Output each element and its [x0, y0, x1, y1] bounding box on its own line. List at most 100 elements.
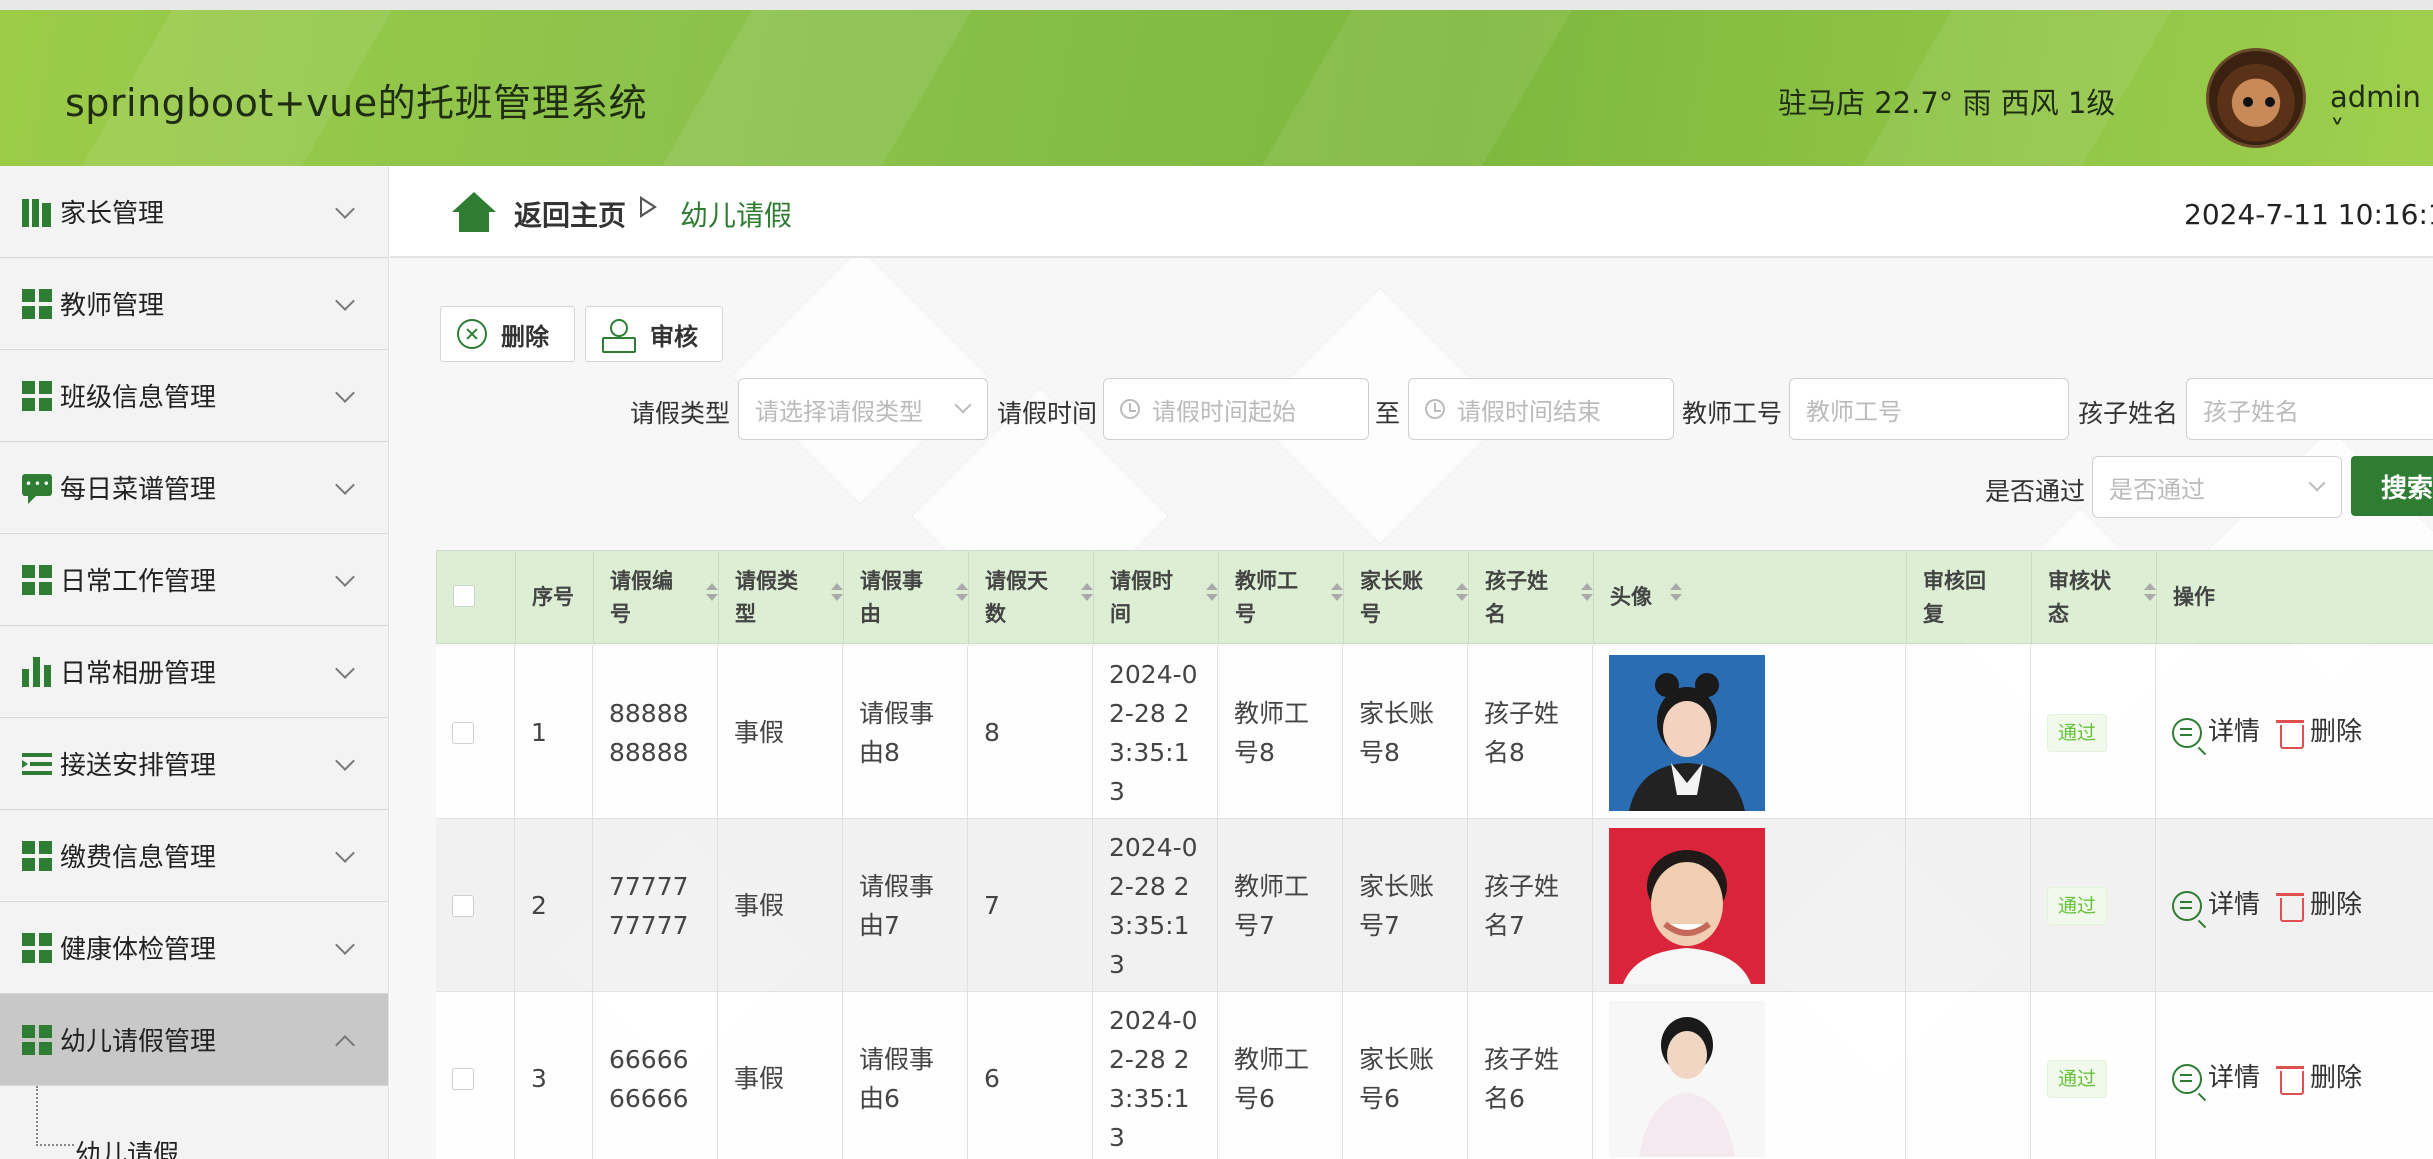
sidebar-item-parents[interactable]: 家长管理 — [0, 166, 388, 258]
column-header-sortable[interactable]: 家长账号 — [1344, 551, 1469, 645]
cell-days: 6 — [968, 992, 1093, 1159]
background-decoration — [732, 248, 988, 504]
cell-child: 孩子姓名8 — [1468, 646, 1593, 819]
cell-days: 8 — [968, 646, 1093, 819]
breadcrumb-current: 幼儿请假 — [680, 199, 793, 232]
column-header-label: 请假时间 — [1110, 569, 1173, 626]
column-header-sortable[interactable]: 请假天数 — [969, 551, 1094, 645]
sidebar-item-payments[interactable]: 缴费信息管理 — [0, 810, 388, 902]
column-header-sortable[interactable]: 请假编号 — [594, 551, 719, 645]
clock-icon — [1425, 399, 1445, 419]
sidebar-item-label: 教师管理 — [60, 291, 165, 321]
delete-label: 删除 — [2310, 890, 2363, 920]
row-select-cell — [436, 992, 515, 1159]
child-photo[interactable] — [1609, 654, 1765, 811]
chevron-up-icon — [335, 1035, 355, 1055]
user-avatar[interactable] — [2206, 48, 2306, 148]
delete-label: 删除 — [2310, 717, 2363, 747]
column-header-sortable[interactable]: 教师工号 — [1219, 551, 1344, 645]
row-delete-button[interactable]: 删除 — [2276, 886, 2363, 925]
pass-select[interactable]: 是否通过 — [2092, 456, 2342, 518]
detail-label: 详情 — [2208, 890, 2261, 920]
sidebar-item-label: 班级信息管理 — [60, 383, 217, 413]
leave-time-end-placeholder: 请假时间结束 — [1457, 397, 1601, 426]
cell-time: 2024-02-28 23:35:13 — [1093, 992, 1218, 1159]
row-delete-button[interactable]: 删除 — [2276, 713, 2363, 752]
cell-teacher: 教师工号6 — [1218, 992, 1343, 1159]
sidebar-item-label: 幼儿请假管理 — [60, 1027, 217, 1057]
cell-code: 6666666666 — [593, 992, 718, 1159]
detail-label: 详情 — [2208, 1063, 2261, 1093]
child-name-input[interactable]: 孩子姓名 — [2186, 378, 2433, 440]
search-doc-icon — [2172, 1063, 2202, 1094]
audit-button-label: 审核 — [650, 322, 698, 351]
clock-icon — [1120, 399, 1140, 419]
detail-button[interactable]: 详情 — [2172, 713, 2260, 752]
chat-icon — [22, 473, 52, 504]
row-delete-button[interactable]: 删除 — [2276, 1059, 2362, 1098]
leave-type-select[interactable]: 请选择请假类型 — [738, 378, 988, 440]
column-header-sortable[interactable]: 请假事由 — [844, 551, 969, 645]
sidebar-item-albums[interactable]: 日常相册管理 — [0, 626, 388, 718]
breadcrumb-home[interactable]: 返回主页 — [514, 194, 626, 234]
cell-time: 2024-02-28 23:35:13 — [1093, 646, 1218, 819]
audit-button[interactable]: 审核 — [585, 306, 723, 362]
search-button[interactable]: 搜索 — [2351, 456, 2433, 516]
delete-button[interactable]: 删除 — [440, 306, 575, 362]
top-edge — [0, 0, 2433, 10]
leave-type-label: 请假类型 — [630, 399, 731, 428]
sidebar-item-classes[interactable]: 班级信息管理 — [0, 350, 388, 442]
row-checkbox[interactable] — [452, 722, 474, 744]
cell-parent: 家长账号6 — [1343, 992, 1468, 1159]
avatar-eye — [2243, 97, 2253, 107]
child-photo[interactable] — [1609, 827, 1765, 984]
current-datetime: 2024-7-11 10:16:11 — [2184, 198, 2433, 231]
sidebar-item-pickup[interactable]: 接送安排管理 — [0, 718, 388, 810]
column-header-sortable[interactable]: 审核状态 — [2032, 551, 2157, 645]
cell-reason: 请假事由8 — [843, 646, 968, 819]
column-header-label: 请假类型 — [735, 569, 798, 626]
table-row: 2 7777777777 事假 请假事由7 7 2024-02-28 23:35… — [436, 819, 2433, 992]
home-icon[interactable] — [452, 192, 496, 232]
weather-info: 驻马店 22.7° 雨 西风 1级 — [1778, 86, 2116, 120]
sidebar-item-daily-work[interactable]: 日常工作管理 — [0, 534, 388, 626]
child-photo[interactable] — [1609, 1000, 1765, 1157]
child-name-label: 孩子姓名 — [2078, 399, 2179, 428]
trash-icon — [2276, 718, 2305, 749]
cell-parent: 家长账号7 — [1343, 819, 1468, 992]
sidebar-item-recipes[interactable]: 每日菜谱管理 — [0, 442, 388, 534]
column-header: 序号 — [516, 551, 594, 645]
cell-type: 事假 — [718, 992, 843, 1159]
sidebar-item-health[interactable]: 健康体检管理 — [0, 902, 388, 994]
cell-index: 2 — [515, 819, 593, 992]
breadcrumb-separator-icon — [640, 196, 657, 218]
leave-time-end-input[interactable]: 请假时间结束 — [1408, 378, 1674, 440]
cell-reason: 请假事由6 — [843, 992, 968, 1159]
detail-button[interactable]: 详情 — [2172, 1059, 2260, 1098]
user-menu[interactable]: admin ˅ — [2330, 80, 2433, 148]
row-checkbox[interactable] — [452, 1068, 474, 1090]
detail-label: 详情 — [2208, 717, 2261, 747]
select-all-checkbox[interactable] — [453, 585, 475, 607]
sidebar-subitem-leave[interactable]: 幼儿请假 — [0, 1086, 388, 1159]
column-header-sortable[interactable]: 请假时间 — [1094, 551, 1219, 645]
sidebar-item-teachers[interactable]: 教师管理 — [0, 258, 388, 350]
sidebar-item-leave[interactable]: 幼儿请假管理 — [0, 994, 388, 1086]
row-checkbox[interactable] — [452, 895, 474, 917]
teacher-id-label: 教师工号 — [1682, 399, 1783, 428]
status-badge: 通过 — [2047, 713, 2108, 752]
status-badge: 通过 — [2047, 886, 2108, 925]
leave-time-start-input[interactable]: 请假时间起始 — [1103, 378, 1369, 440]
cell-status: 通过 — [2031, 819, 2156, 992]
chevron-down-icon — [335, 567, 355, 587]
child-photo-image — [1609, 827, 1765, 984]
column-header-label: 审核回复 — [1923, 569, 1986, 626]
column-header-sortable[interactable]: 头像 — [1594, 551, 1907, 645]
column-header-sortable[interactable]: 请假类型 — [719, 551, 844, 645]
sidebar-subitem-label: 幼儿请假 — [75, 1139, 180, 1159]
detail-button[interactable]: 详情 — [2172, 886, 2260, 925]
column-header-sortable[interactable]: 孩子姓名 — [1469, 551, 1594, 645]
cell-type: 事假 — [718, 819, 843, 992]
teacher-id-input[interactable]: 教师工号 — [1789, 378, 2069, 440]
chevron-down-icon — [954, 396, 972, 414]
